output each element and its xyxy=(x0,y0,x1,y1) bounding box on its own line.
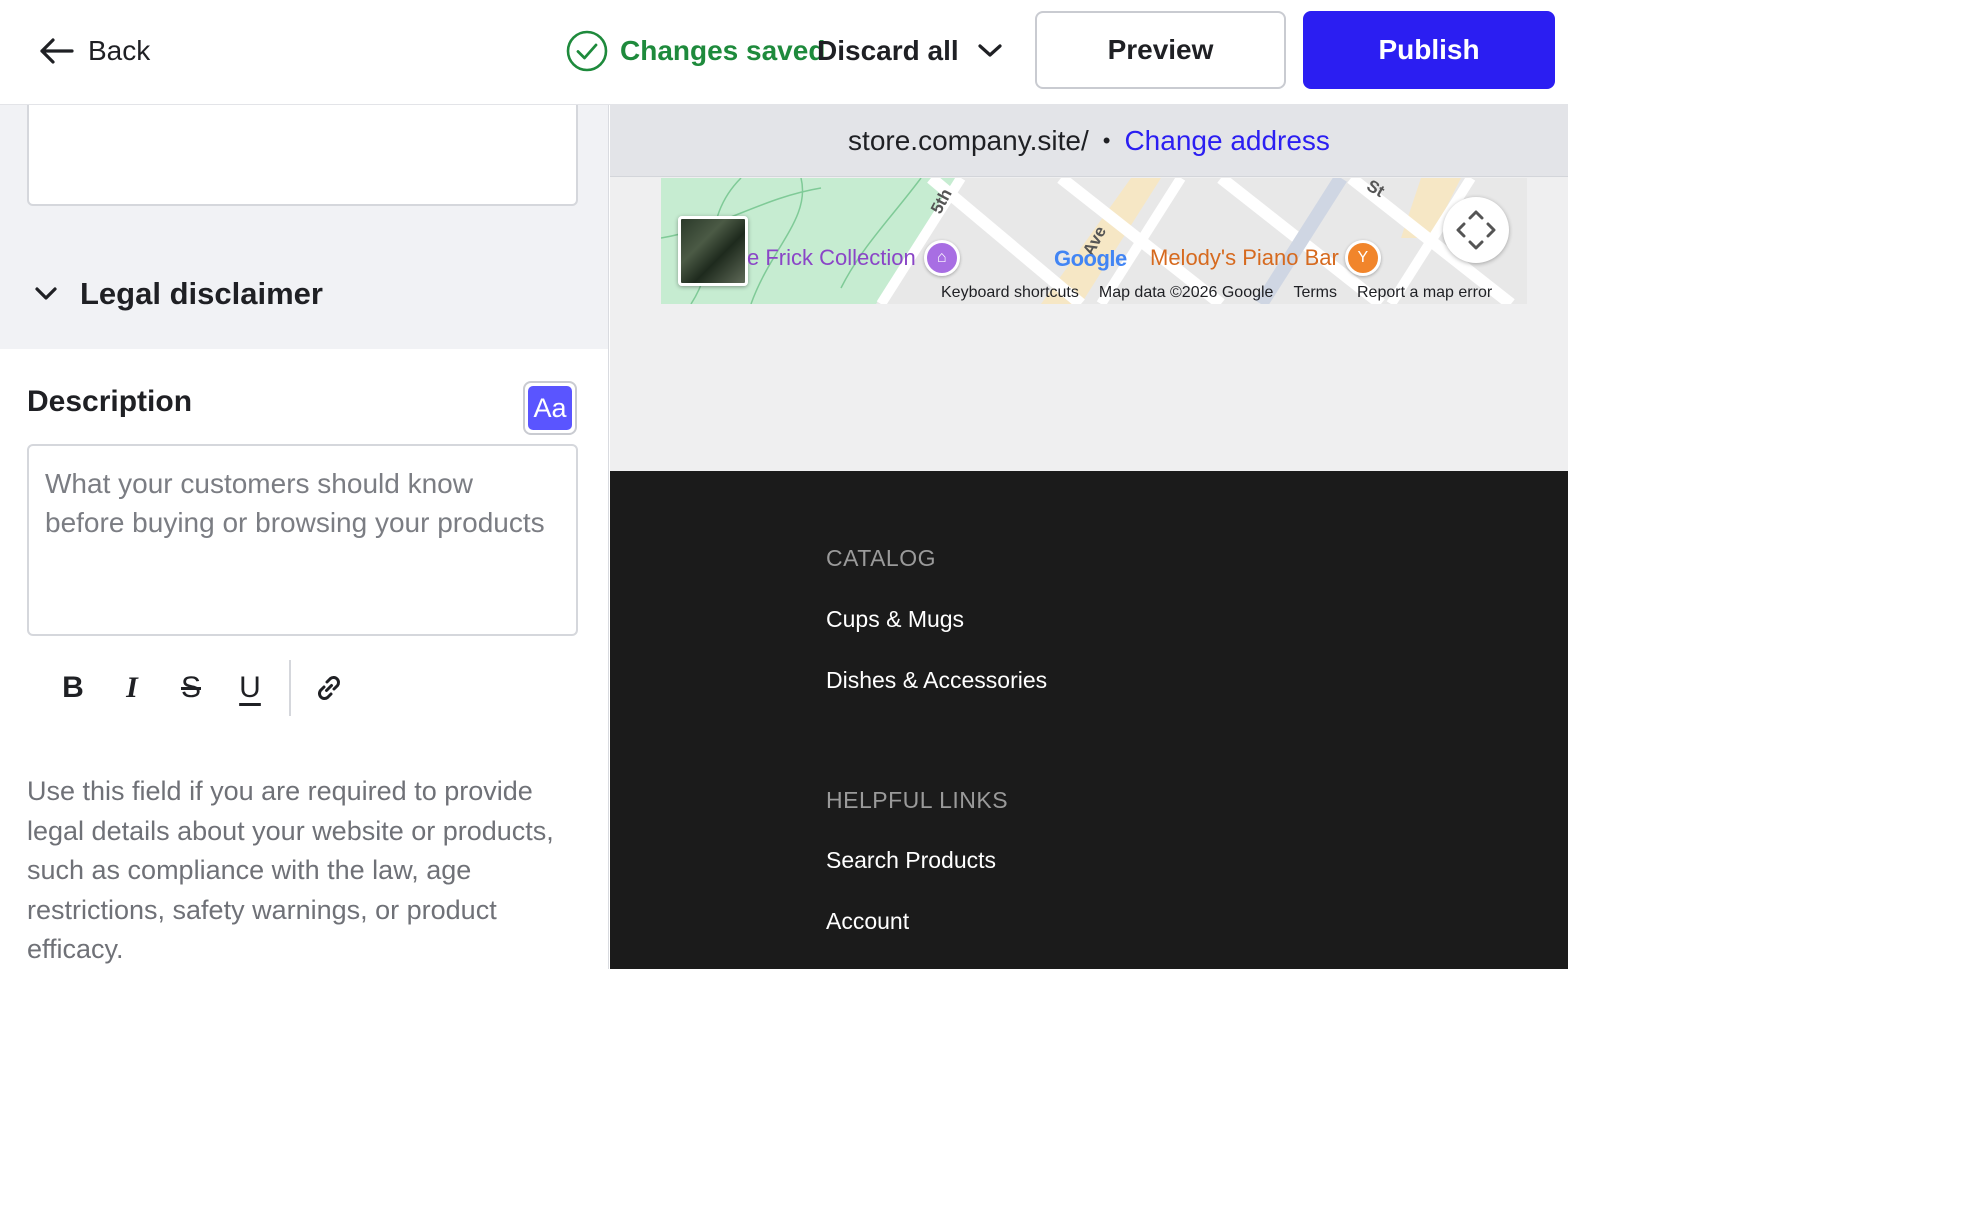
site-preview: store.company.site/ • Change address 5th… xyxy=(610,105,1568,969)
text-style-button[interactable]: Aa xyxy=(523,381,577,435)
address-bar: store.company.site/ • Change address xyxy=(610,105,1568,177)
help-text: Use this field if you are required to pr… xyxy=(27,776,554,964)
legal-disclaimer-toggle[interactable]: Legal disclaimer xyxy=(34,273,323,315)
fullscreen-icon xyxy=(1456,210,1496,250)
map-data-label: Map data ©2026 Google xyxy=(1098,283,1274,301)
strikethrough-icon: S xyxy=(180,671,201,704)
italic-icon: I xyxy=(126,671,138,704)
helpful-links-heading: HELPFUL LINKS xyxy=(826,787,1009,813)
google-logo: Google xyxy=(1054,246,1127,272)
footer-link-account[interactable]: Account xyxy=(826,908,909,935)
publish-button[interactable]: Publish xyxy=(1303,11,1555,89)
museum-icon: ⌂ xyxy=(923,240,960,276)
description-label: Description xyxy=(27,385,193,418)
back-button[interactable]: Back xyxy=(38,28,150,74)
map-fullscreen-button[interactable] xyxy=(1443,197,1509,263)
discard-all-dropdown[interactable]: Discard all xyxy=(817,28,1003,74)
map-embed[interactable]: 5th Ave St P e Frick Collection ⌂ Google… xyxy=(661,178,1527,304)
toolbar-divider xyxy=(289,660,291,716)
link-icon xyxy=(318,676,340,700)
satellite-toggle[interactable] xyxy=(678,216,748,286)
bold-button[interactable]: B xyxy=(45,660,101,716)
link-button[interactable] xyxy=(301,660,357,716)
report-map-error-link[interactable]: Report a map error xyxy=(1357,284,1492,302)
chevron-down-icon xyxy=(978,44,1002,57)
change-address-link[interactable]: Change address xyxy=(1124,125,1329,157)
footer-link-cups-mugs[interactable]: Cups & Mugs xyxy=(826,606,964,633)
italic-button[interactable]: I xyxy=(104,660,160,716)
back-label: Back xyxy=(88,35,151,66)
changes-saved-label: Changes saved xyxy=(620,35,826,66)
editor-panel: Legal disclaimer Description Aa B I S U … xyxy=(0,105,609,969)
section-title: Legal disclaimer xyxy=(80,276,323,311)
discard-all-label: Discard all xyxy=(817,35,959,66)
strikethrough-button[interactable]: S xyxy=(163,660,219,716)
arrow-left-icon xyxy=(40,38,74,64)
site-address: store.company.site/ xyxy=(848,124,1089,156)
check-circle-icon xyxy=(566,30,608,72)
chevron-down-icon xyxy=(35,287,57,300)
map-poi[interactable]: Melody's Piano Bar Y xyxy=(1150,240,1381,276)
bold-icon: B xyxy=(62,671,84,704)
cocktail-icon: Y xyxy=(1344,240,1381,276)
previous-text-field[interactable] xyxy=(27,105,578,206)
underline-icon: U xyxy=(239,671,261,704)
top-toolbar: Back Changes saved Discard all Preview P… xyxy=(0,0,1568,105)
address-separator: • xyxy=(1102,127,1111,153)
keyboard-shortcuts-link[interactable]: Keyboard shortcuts xyxy=(941,284,1079,302)
poi-label: Melody's Piano Bar xyxy=(1150,245,1339,270)
footer-link-search-products[interactable]: Search Products xyxy=(826,847,996,874)
text-style-icon: Aa xyxy=(528,386,572,430)
google-wordmark: Google xyxy=(1054,246,1127,271)
site-footer: CATALOG Cups & Mugs Dishes & Accessories… xyxy=(610,471,1568,969)
map-attribution: Keyboard shortcuts Map data ©2026 Google… xyxy=(933,281,1527,304)
map-poi[interactable]: e Frick Collection ⌂ xyxy=(747,240,960,276)
poi-label: e Frick Collection xyxy=(747,245,916,270)
footer-link-dishes-accessories[interactable]: Dishes & Accessories xyxy=(826,667,1047,694)
collapsed-section-area: Legal disclaimer xyxy=(0,105,608,349)
description-input[interactable] xyxy=(27,444,578,636)
terms-link[interactable]: Terms xyxy=(1293,284,1337,302)
formatting-toolbar: B I S U xyxy=(45,660,360,716)
preview-button[interactable]: Preview xyxy=(1035,11,1286,89)
underline-button[interactable]: U xyxy=(222,660,278,716)
catalog-heading: CATALOG xyxy=(826,545,936,571)
save-status: Changes saved xyxy=(566,28,825,74)
